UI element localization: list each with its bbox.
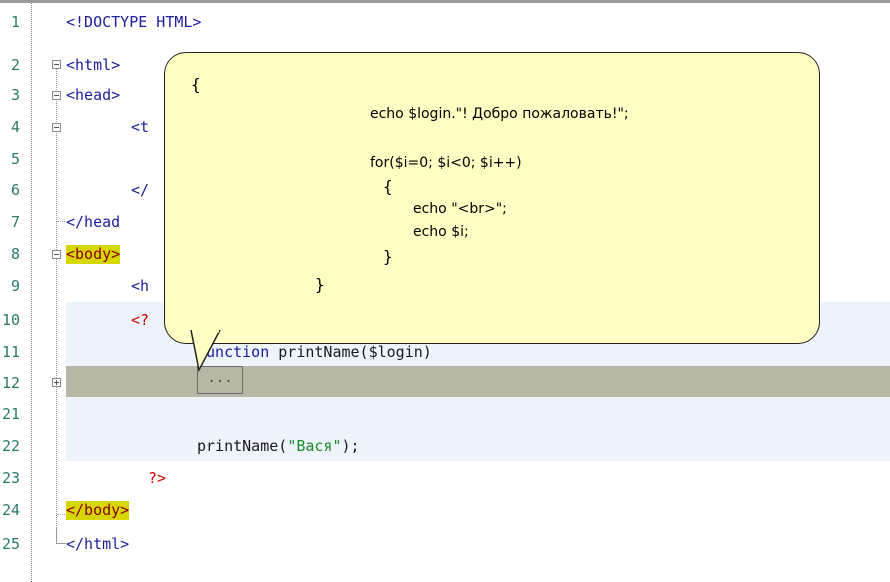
string-literal: "Вася" [287,437,342,455]
line-number: 9 [10,277,20,295]
line-number: 23 [1,469,20,487]
editor-top-border [0,0,890,3]
function-signature: printName($login) [269,343,432,361]
code-line-7: </head [66,213,121,231]
tooltip-echo-i: echo $i; [413,224,469,240]
line-number: 24 [1,501,20,519]
tooltip-inner-close-brace: } [383,247,393,266]
line-number: 3 [10,86,20,104]
fold-guide-end [57,514,65,515]
code-line-4: <t [131,118,150,136]
fold-toggle-icon[interactable] [52,123,61,132]
tooltip-pointer [190,330,221,372]
tooltip-close-brace: } [315,275,325,294]
fold-guide-line [56,68,57,528]
code-line-11: function printName($login) [197,343,432,362]
code-line-6: </ [131,181,150,199]
tooltip-open-brace: { [191,75,201,94]
tooltip-for-loop: for($i=0; $i<0; $i++) [370,155,522,171]
code-line-1: <!DOCTYPE HTML> [66,13,202,31]
line-number-gutter: 1 2 3 4 5 6 7 8 9 10 11 12 21 22 23 24 2… [0,0,20,582]
line-number: 5 [10,150,20,168]
code-line-22: printName("Вася"); [197,437,360,456]
fold-guide-end [57,221,65,222]
gutter-divider [31,3,32,582]
line-number: 6 [10,181,20,199]
code-line-25: </html> [66,535,130,553]
call-end: ); [341,437,360,455]
code-editor[interactable]: 1 2 3 4 5 6 7 8 9 10 11 12 21 22 23 24 2… [0,0,890,582]
line-number: 11 [1,343,20,361]
tooltip-echo-br: echo "<br>"; [413,201,507,217]
code-line-9: <h [131,277,150,295]
fold-toggle-icon[interactable] [52,60,61,69]
code-line-2: <html> [66,56,121,74]
line-number: 21 [1,405,20,423]
line-number: 7 [10,213,20,231]
code-line-23: ?> [148,469,167,487]
line-number: 1 [10,13,20,31]
collapsed-code-preview-tooltip: { echo $login."! Добро пожаловать!"; for… [164,52,820,344]
current-block-highlight-lower [66,397,890,461]
line-number: 25 [1,535,20,553]
code-line-10: <? [131,311,150,329]
code-line-3: <head> [66,86,121,104]
line-number: 12 [1,374,20,392]
line-number: 8 [10,245,20,263]
fold-toggle-icon[interactable] [52,250,61,259]
line-number: 4 [10,118,20,136]
line-number: 2 [10,56,20,74]
call-name: printName( [197,437,288,455]
line-number: 10 [1,311,20,329]
fold-guide-end [56,528,66,544]
tooltip-inner-open-brace: { [383,177,393,196]
code-line-8: <body> [66,245,121,264]
expand-toggle-icon[interactable] [52,378,61,387]
line-number: 22 [1,437,20,455]
code-line-24: </body> [66,501,130,520]
fold-toggle-icon[interactable] [52,91,61,100]
tooltip-echo-login: echo $login."! Добро пожаловать!"; [370,106,629,122]
